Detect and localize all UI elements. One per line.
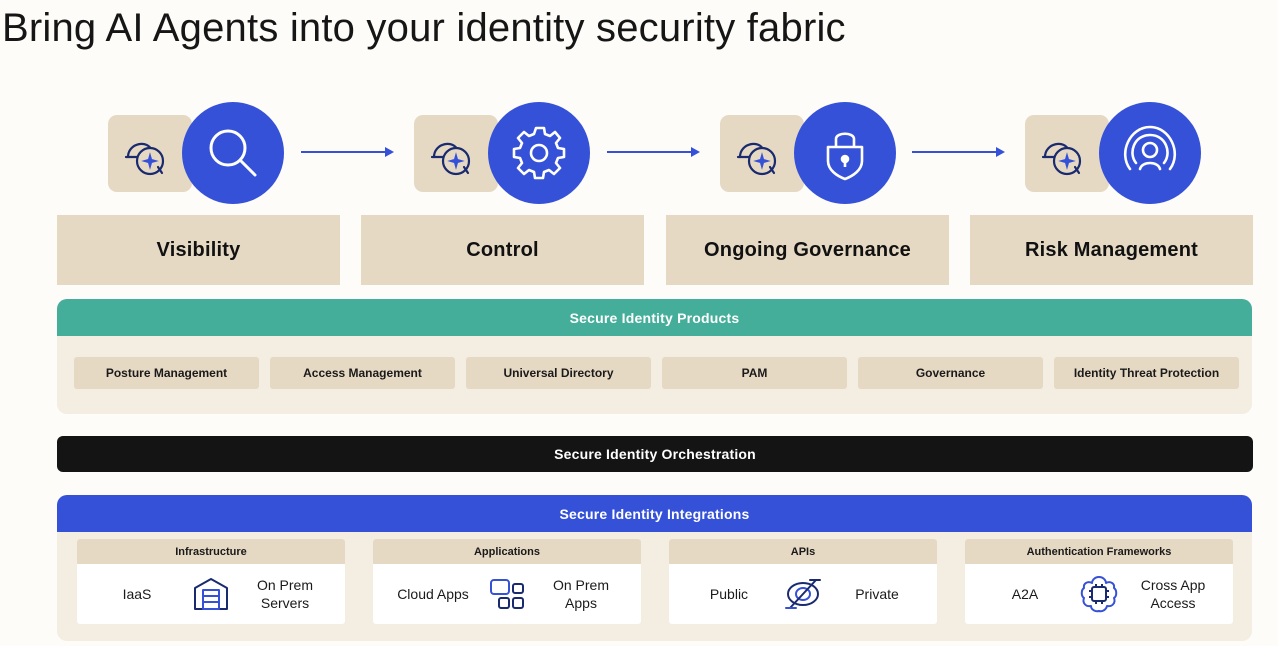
stage-control-icons: [414, 102, 594, 206]
product-governance: Governance: [858, 357, 1043, 389]
integration-card-apis: APIs Public Private: [669, 539, 937, 624]
stage-visibility-icons: [108, 102, 288, 206]
product-pam: PAM: [662, 357, 847, 389]
products-header: Secure Identity Products: [57, 299, 1252, 336]
integrations-header: Secure Identity Integrations: [57, 495, 1252, 532]
product-access-management: Access Management: [270, 357, 455, 389]
card-left-label: Cloud Apps: [397, 586, 469, 602]
card-left-label: IaaS: [122, 586, 152, 602]
secure-identity-products-panel: Secure Identity Products Posture Managem…: [57, 299, 1252, 414]
ai-agent-icon: [108, 115, 192, 192]
arrow-icon: [912, 147, 1005, 157]
user-signal-icon: [1099, 102, 1201, 204]
integration-card-infrastructure: Infrastructure IaaS On Prem Servers: [77, 539, 345, 624]
card-right-label: On Prem Apps: [552, 577, 609, 611]
stage-ongoing-governance: Ongoing Governance: [666, 215, 949, 285]
arrow-icon: [607, 147, 700, 157]
stage-risk-management: Risk Management: [970, 215, 1253, 285]
stage-visibility: Visibility: [57, 215, 340, 285]
product-universal-directory: Universal Directory: [466, 357, 651, 389]
stage-governance-icons: [720, 102, 900, 206]
card-right-label: Private: [855, 586, 899, 602]
product-posture-management: Posture Management: [74, 357, 259, 389]
ai-agent-icon: [414, 115, 498, 192]
card-right-label: On Prem Servers: [256, 577, 313, 611]
stage-control: Control: [361, 215, 644, 285]
secure-identity-integrations-panel: Secure Identity Integrations Infrastruct…: [57, 495, 1252, 641]
card-title: APIs: [669, 539, 937, 564]
ai-agent-icon: [720, 115, 804, 192]
server-icon: [191, 574, 231, 614]
orchestration-bar: Secure Identity Orchestration: [57, 436, 1253, 472]
integration-card-applications: Applications Cloud Apps On Prem Apps: [373, 539, 641, 624]
product-identity-threat-protection: Identity Threat Protection: [1054, 357, 1239, 389]
stage-risk-icons: [1025, 102, 1205, 206]
card-title: Authentication Frameworks: [965, 539, 1233, 564]
search-icon: [182, 102, 284, 204]
arrow-icon: [301, 147, 394, 157]
card-left-label: A2A: [1011, 586, 1039, 602]
ai-agent-icon: [1025, 115, 1109, 192]
api-icon: [783, 574, 823, 614]
products-list: Posture Management Access Management Uni…: [74, 357, 1239, 389]
lock-shield-icon: [794, 102, 896, 204]
card-title: Infrastructure: [77, 539, 345, 564]
gear-icon: [488, 102, 590, 204]
apps-grid-icon: [487, 574, 527, 614]
card-title: Applications: [373, 539, 641, 564]
page-title: Bring AI Agents into your identity secur…: [2, 6, 846, 50]
card-right-label: Cross App Access: [1140, 577, 1206, 611]
integration-card-authentication-frameworks: Authentication Frameworks A2A Cross App …: [965, 539, 1233, 624]
chip-icon: [1079, 574, 1119, 614]
card-left-label: Public: [709, 586, 749, 602]
